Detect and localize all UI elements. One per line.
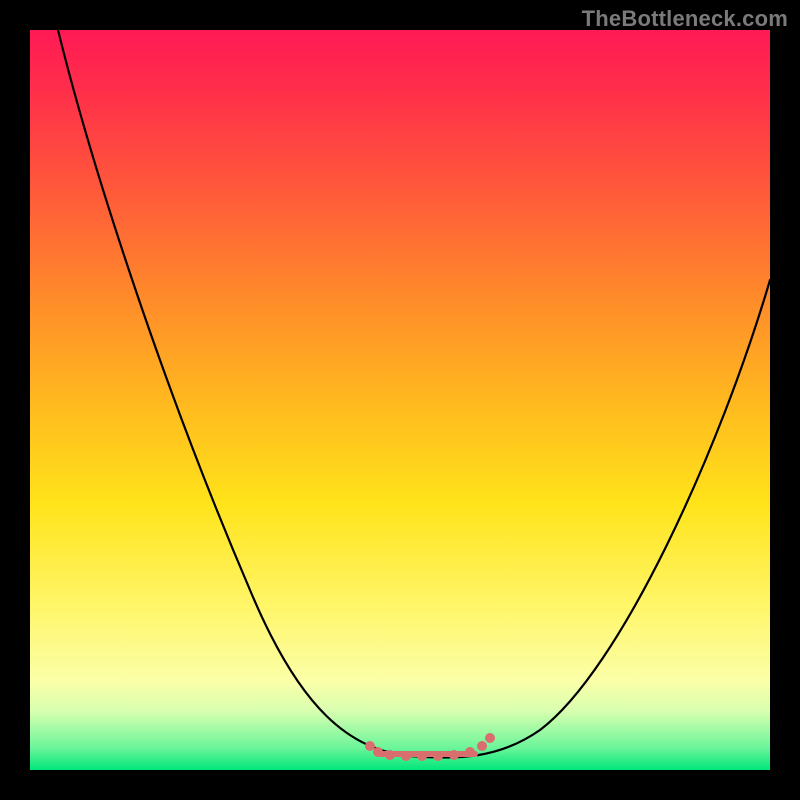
watermark-text: TheBottleneck.com xyxy=(582,6,788,32)
plot-svg xyxy=(30,30,770,770)
bottleneck-curve xyxy=(58,30,770,758)
plot-area xyxy=(30,30,770,770)
chart-frame: TheBottleneck.com xyxy=(0,0,800,800)
